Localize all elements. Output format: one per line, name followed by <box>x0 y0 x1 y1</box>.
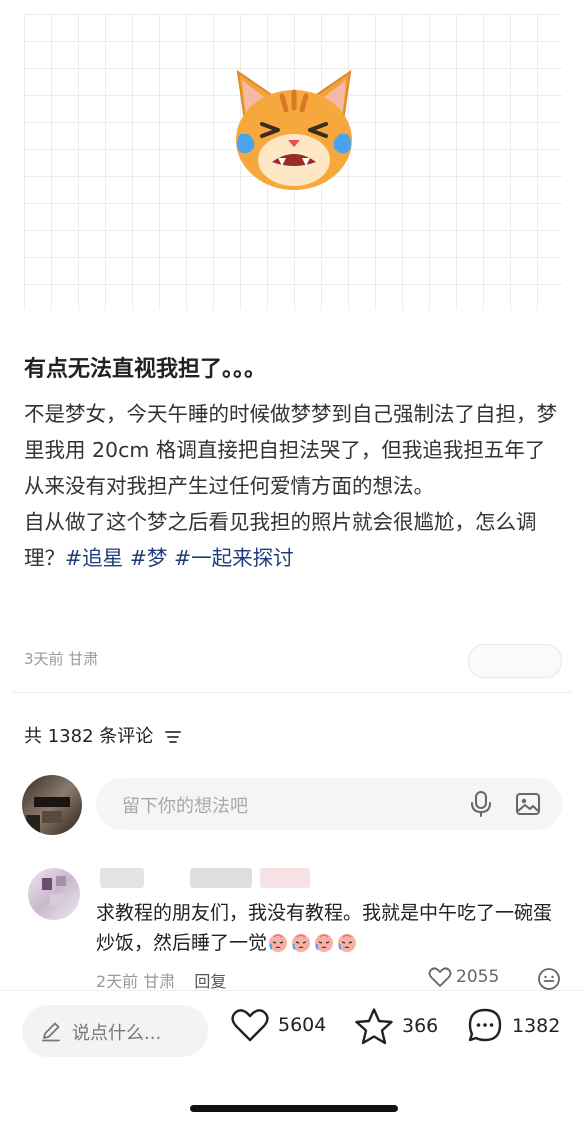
divider <box>12 692 573 693</box>
collect-button[interactable]: 366 <box>354 1007 438 1045</box>
commenter-badge-blurred <box>190 868 252 888</box>
like-count: 5604 <box>278 1014 327 1036</box>
say-something-placeholder: 说点什么... <box>72 1023 162 1044</box>
blurred-button[interactable] <box>468 644 562 678</box>
image-icon[interactable] <box>514 790 542 818</box>
comment-like-button[interactable]: 2055 <box>428 966 499 988</box>
commenter-name-blurred[interactable] <box>100 868 144 888</box>
like-button[interactable]: 5604 <box>230 1007 326 1043</box>
heart-icon <box>231 1009 269 1042</box>
commenter-badge-blurred-2 <box>260 868 310 888</box>
post-body-paragraph-2: 自从做了这个梦之后看见我担的照片就会很尴尬，怎么调理？#追星 #梦 #一起来探讨 <box>24 504 560 576</box>
home-indicator[interactable] <box>190 1105 398 1112</box>
comment-button[interactable]: 1382 <box>466 1007 560 1045</box>
collect-count: 366 <box>402 1015 439 1037</box>
crying-face-emoji <box>292 934 311 952</box>
comment-count: 共 1382 条评论 <box>24 722 181 748</box>
comment-bubble-icon <box>468 1008 502 1042</box>
star-icon <box>355 1008 393 1045</box>
crying-face-emoji <box>338 934 357 952</box>
crying-face-emoji <box>315 934 334 952</box>
post-image[interactable] <box>24 14 562 310</box>
comment-time-location: 2天前 甘肃 <box>96 972 176 991</box>
smile-icon[interactable] <box>536 966 562 992</box>
post-title: 有点无法直视我担了。。。 <box>24 357 267 382</box>
hashtag-dream[interactable]: #梦 <box>130 546 168 570</box>
comment-count-bottom: 1382 <box>512 1015 561 1037</box>
comment-input[interactable]: 留下你的想法吧 <box>96 778 562 830</box>
crying-face-emoji <box>269 934 288 952</box>
post-meta: 3天前 甘肃 <box>24 650 99 668</box>
post-body-paragraph: 不是梦女，今天午睡的时候做梦梦到自己强制法了自担，梦里我用 20cm 格调直接把… <box>24 402 557 498</box>
post-body: 不是梦女，今天午睡的时候做梦梦到自己强制法了自担，梦里我用 20cm 格调直接把… <box>24 396 560 576</box>
commenter-avatar[interactable] <box>28 868 80 920</box>
comment-input-placeholder: 留下你的想法吧 <box>122 796 248 817</box>
pen-icon <box>42 1022 60 1042</box>
comment-count-label: 共 1382 条评论 <box>24 726 154 747</box>
comment-meta: 2天前 甘肃 回复 <box>96 968 226 992</box>
crying-cat-face-emoji <box>236 69 352 190</box>
hashtag-discuss[interactable]: #一起来探讨 <box>174 546 294 570</box>
microphone-icon[interactable] <box>468 790 494 818</box>
sort-icon[interactable] <box>165 730 181 744</box>
comment-like-count: 2055 <box>456 967 500 987</box>
hashtag-chase-stars[interactable]: #追星 <box>65 546 123 570</box>
user-avatar[interactable] <box>22 775 82 835</box>
bottom-action-bar: 说点什么... 5604 366 1382 <box>0 991 585 1126</box>
comment-text: 求教程的朋友们，我没有教程。我就是中午吃了一碗蛋炒饭，然后睡了一觉 <box>96 898 556 958</box>
say-something-input[interactable]: 说点什么... <box>22 1005 208 1057</box>
heart-icon <box>428 967 452 987</box>
reply-button[interactable]: 回复 <box>194 972 226 991</box>
